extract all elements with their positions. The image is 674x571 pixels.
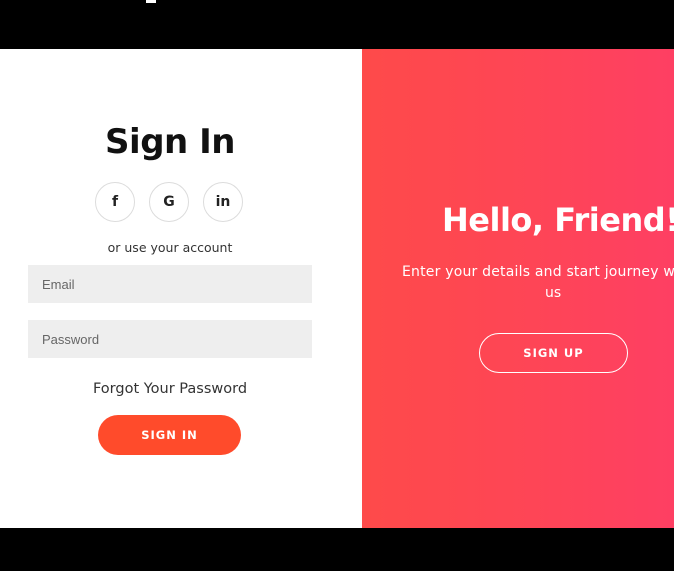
overlay-title: Hello, Friend! (442, 201, 674, 239)
overlay-description-line-1: Enter your details and start journey wit… (402, 264, 674, 280)
screen: Sign In f G in or use your account Forgo… (0, 0, 674, 571)
google-icon-label: G (163, 194, 175, 210)
linkedin-icon-label: in (215, 194, 231, 210)
sign-in-panel: Sign In f G in or use your account Forgo… (0, 49, 362, 528)
alternate-login-text: or use your account (107, 240, 233, 255)
top-black-bar (0, 0, 674, 49)
sign-in-title: Sign In (105, 122, 235, 162)
linkedin-icon[interactable]: in (203, 182, 243, 222)
bottom-black-bar (0, 528, 674, 571)
overlay-description-line-2: us (545, 285, 562, 301)
sign-in-button[interactable]: SIGN IN (98, 415, 241, 455)
facebook-icon-label: f (111, 194, 119, 210)
top-edge-mark (146, 0, 156, 3)
facebook-icon[interactable]: f (95, 182, 135, 222)
email-field[interactable] (28, 265, 312, 303)
google-icon[interactable]: G (149, 182, 189, 222)
sign-up-button[interactable]: SIGN UP (479, 333, 628, 373)
forgot-password-link[interactable]: Forgot Your Password (0, 381, 340, 397)
password-field[interactable] (28, 320, 312, 358)
overlay-panel: Hello, Friend! Enter your details and st… (362, 49, 674, 528)
